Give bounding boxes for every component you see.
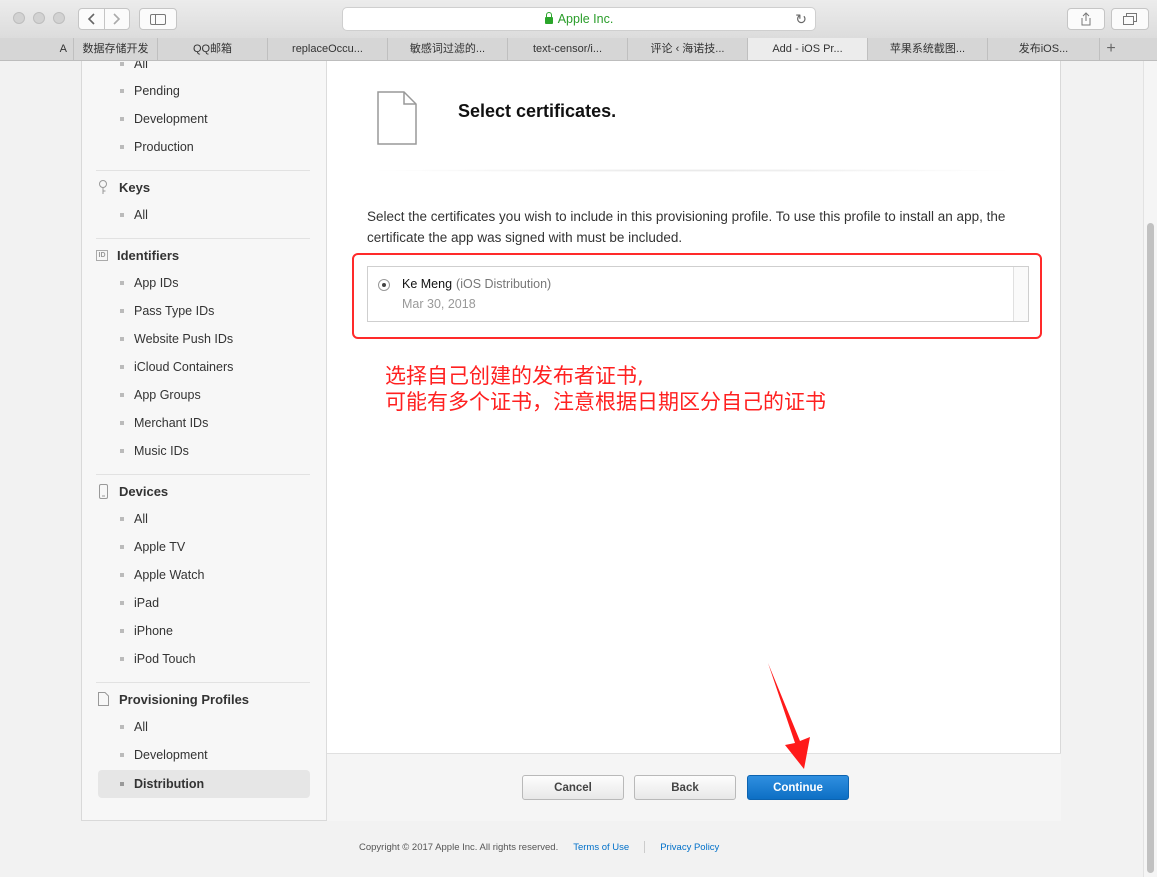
sidebar-item-devices-all[interactable]: All: [98, 505, 310, 533]
section-divider: [96, 238, 310, 239]
sidebar-item-apple-tv[interactable]: Apple TV: [98, 533, 310, 561]
sidebar-item-app-ids[interactable]: App IDs: [98, 269, 310, 297]
sidebar-item-apple-watch[interactable]: Apple Watch: [98, 561, 310, 589]
tab-item[interactable]: text-censor/i...: [508, 38, 628, 60]
document-icon: [96, 691, 110, 707]
tab-item-active[interactable]: Add - iOS Pr...: [748, 38, 868, 60]
content-panel: Select certificates. Select the certific…: [327, 61, 1061, 821]
browser-toolbar: Apple Inc. ↻: [0, 0, 1157, 39]
page-scrollbar[interactable]: [1143, 61, 1157, 877]
section-devices: Devices: [96, 481, 168, 501]
tab-item[interactable]: 评论 ‹ 海诺技...: [628, 38, 748, 60]
page-title: Select certificates.: [458, 101, 617, 121]
tabs-overview-button[interactable]: [1111, 8, 1149, 30]
sidebar-item-merchant-ids[interactable]: Merchant IDs: [98, 409, 310, 437]
certificate-name: Ke Meng (iOS Distribution): [402, 277, 552, 291]
footer-divider: [644, 841, 646, 853]
sidebar-item-profiles-all[interactable]: All: [98, 713, 310, 741]
lock-icon: [544, 12, 553, 24]
minimize-window-button[interactable]: [33, 12, 45, 24]
sidebar-item-app-groups[interactable]: App Groups: [98, 381, 310, 409]
tab-item[interactable]: A: [0, 38, 74, 60]
tabs-icon: [1123, 13, 1137, 25]
sidebar-item-profiles-development[interactable]: Development: [98, 741, 310, 769]
sidebar-item-pass-type-ids[interactable]: Pass Type IDs: [98, 297, 310, 325]
back-button[interactable]: Back: [634, 775, 736, 800]
certificate-type: (iOS Distribution): [456, 277, 552, 291]
share-icon: [1081, 12, 1091, 26]
copyright-text: Copyright © 2017 Apple Inc. All rights r…: [359, 841, 559, 853]
terms-of-use-link[interactable]: Terms of Use: [573, 842, 629, 853]
forward-nav-button[interactable]: [105, 9, 130, 29]
share-button[interactable]: [1067, 8, 1105, 30]
sidebar-item-website-push-ids[interactable]: Website Push IDs: [98, 325, 310, 353]
address-text: Apple Inc.: [557, 12, 614, 26]
certificate-list: Ke Meng (iOS Distribution) Mar 30, 2018: [367, 266, 1029, 322]
new-tab-button[interactable]: +: [1100, 38, 1122, 60]
close-window-button[interactable]: [13, 12, 25, 24]
tab-item[interactable]: QQ邮箱: [158, 38, 268, 60]
privacy-policy-link[interactable]: Privacy Policy: [660, 842, 719, 853]
back-nav-button[interactable]: [79, 9, 105, 29]
chevron-left-icon: [88, 13, 95, 25]
sidebar-item-music-ids[interactable]: Music IDs: [98, 437, 310, 465]
tab-item[interactable]: 数据存储开发: [74, 38, 158, 60]
sidebar-item-icloud-containers[interactable]: iCloud Containers: [98, 353, 310, 381]
sidebar-item-iphone[interactable]: iPhone: [98, 617, 310, 645]
sidebar-item-ipod-touch[interactable]: iPod Touch: [98, 645, 310, 673]
address-bar[interactable]: Apple Inc. ↻: [342, 7, 816, 31]
sidebar-item-profiles-distribution[interactable]: Distribution: [98, 770, 310, 798]
description-text: Select the certificates you wish to incl…: [367, 209, 1006, 245]
sidebar-item-production[interactable]: Production: [98, 133, 310, 161]
annotation-text: 选择自己创建的发布者证书, 可能有多个证书，注意根据日期区分自己的证书: [385, 364, 826, 414]
history-nav: [78, 8, 130, 30]
continue-button[interactable]: Continue: [747, 775, 849, 800]
tab-bar: A 数据存储开发 QQ邮箱 replaceOccu... 敏感词过滤的... t…: [0, 38, 1157, 61]
sidebar-item-pending[interactable]: Pending: [98, 77, 310, 105]
scrollbar-thumb[interactable]: [1147, 223, 1154, 873]
tab-item[interactable]: 敏感词过滤的...: [388, 38, 508, 60]
sidebar-icon: [150, 13, 166, 25]
section-divider: [96, 170, 310, 171]
key-icon: [96, 179, 110, 195]
annotation-arrow-icon: [768, 663, 810, 769]
list-scrollbar[interactable]: [1013, 267, 1028, 321]
section-keys: Keys: [96, 177, 150, 197]
sidebar: All Pending Development Production Keys …: [82, 61, 327, 820]
sidebar-item-keys-all[interactable]: All: [98, 201, 310, 229]
page-footer: Copyright © 2017 Apple Inc. All rights r…: [359, 841, 719, 853]
chevron-right-icon: [113, 13, 120, 25]
device-icon: [96, 483, 110, 499]
certificate-date: Mar 30, 2018: [402, 297, 476, 311]
id-icon: ID: [96, 249, 108, 261]
sidebar-item-development[interactable]: Development: [98, 105, 310, 133]
main-card: All Pending Development Production Keys …: [81, 61, 1061, 821]
tab-item[interactable]: 苹果系统截图...: [868, 38, 988, 60]
action-bar: Cancel Back Continue: [327, 753, 1061, 821]
page: All Pending Development Production Keys …: [0, 61, 1143, 877]
tab-item[interactable]: 发布iOS...: [988, 38, 1100, 60]
section-provisioning-profiles: Provisioning Profiles: [96, 689, 249, 709]
sidebar-item-all-certs[interactable]: All: [98, 61, 310, 78]
certificate-radio[interactable]: [378, 279, 390, 291]
section-divider: [96, 474, 310, 475]
section-divider: [96, 682, 310, 683]
sidebar-item-ipad[interactable]: iPad: [98, 589, 310, 617]
document-icon: [377, 91, 417, 145]
sidebar-toggle-button[interactable]: [139, 8, 177, 30]
section-identifiers: ID Identifiers: [96, 245, 179, 265]
cancel-button[interactable]: Cancel: [522, 775, 624, 800]
reload-icon[interactable]: ↻: [795, 11, 807, 28]
tab-item[interactable]: replaceOccu...: [268, 38, 388, 60]
title-divider: [367, 169, 1017, 172]
zoom-window-button[interactable]: [53, 12, 65, 24]
